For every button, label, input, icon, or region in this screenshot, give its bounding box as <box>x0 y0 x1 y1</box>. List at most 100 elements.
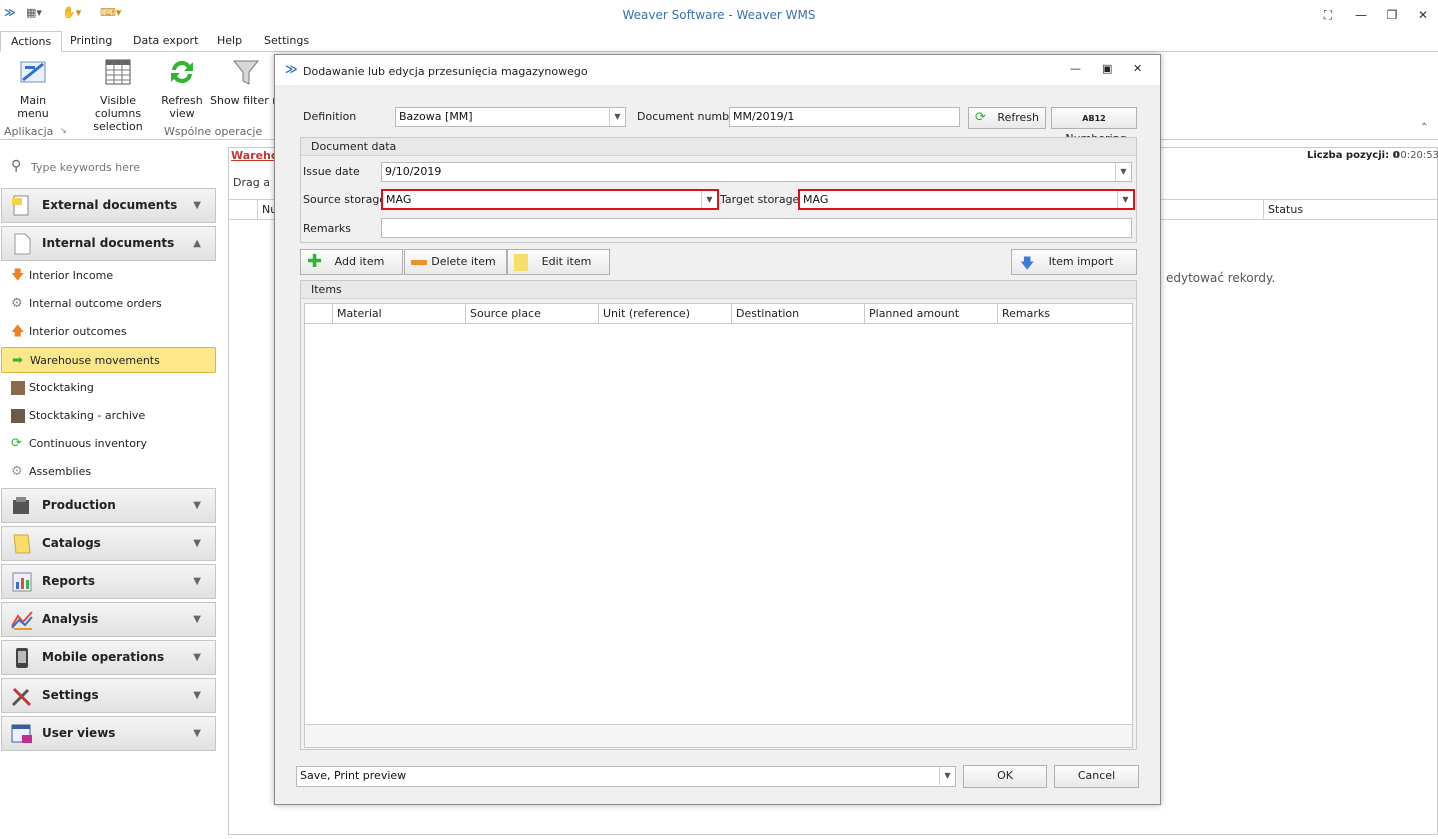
minimize-icon[interactable]: — <box>1350 6 1372 24</box>
column-remarks[interactable]: Remarks <box>998 304 1132 323</box>
nav-group-reports[interactable]: Reports ▼ <box>1 564 216 599</box>
mobile-icon <box>16 648 28 668</box>
nav-item-label: Interior outcomes <box>29 325 127 338</box>
refresh-icon <box>171 60 193 84</box>
refresh-icon: ⟳ <box>975 110 986 125</box>
nav-group-label: Analysis <box>42 612 99 626</box>
nav-item-label: Stocktaking <box>29 381 94 394</box>
nav-group-label: Mobile operations <box>42 650 165 664</box>
chevron-down-icon[interactable]: ▼ <box>701 191 717 208</box>
nav-group-mobile-operations[interactable]: Mobile operations ▼ <box>1 640 216 675</box>
chevron-down-icon[interactable]: ▼ <box>939 767 955 785</box>
issue-date-field[interactable]: 9/10/2019 ▼ <box>381 162 1132 182</box>
source-storage-select[interactable]: MAG ▼ <box>381 189 719 210</box>
column-status[interactable]: Status <box>1263 200 1437 219</box>
add-item-button[interactable]: ✚ Add item <box>300 249 403 275</box>
nav-item-assemblies[interactable]: ⚙ Assemblies <box>1 459 216 485</box>
tab-actions[interactable]: Actions <box>0 31 63 52</box>
nav-search[interactable]: ⚲ <box>5 153 215 181</box>
chevron-down-icon[interactable]: ▼ <box>1117 191 1133 208</box>
close-icon[interactable]: ✕ <box>1412 6 1434 24</box>
nav-group-catalogs[interactable]: Catalogs ▼ <box>1 526 216 561</box>
save-option-select[interactable]: Save, Print preview ▼ <box>296 766 956 787</box>
layout-icon[interactable]: ▦▾ <box>26 6 42 24</box>
chevron-down-icon[interactable]: ▼ <box>609 108 625 126</box>
target-storage-select[interactable]: MAG ▼ <box>798 189 1135 210</box>
nav-item-label: Internal outcome orders <box>29 297 162 310</box>
documents-icon <box>12 195 29 216</box>
main-menu-button[interactable]: Main menu <box>4 56 62 120</box>
nav-group-label: Internal documents <box>42 236 175 250</box>
nav-item-stocktaking[interactable]: Stocktaking <box>1 375 216 401</box>
nav-item-label: Continuous inventory <box>29 437 147 450</box>
refresh-view-button[interactable]: Refresh view <box>160 56 204 120</box>
nav-item-interior-outcomes[interactable]: 🡅 Interior outcomes <box>1 319 216 345</box>
close-icon[interactable]: ✕ <box>1133 62 1142 75</box>
tab-settings[interactable]: Settings <box>254 31 319 52</box>
delete-item-button[interactable]: Delete item <box>404 249 507 275</box>
chevron-down-icon: ▼ <box>193 500 201 511</box>
edit-item-button[interactable]: Edit item <box>507 249 610 275</box>
restore-icon[interactable]: ❐ <box>1381 6 1403 24</box>
group-label-app: Aplikacja <box>4 125 54 138</box>
ok-button[interactable]: OK <box>963 765 1047 788</box>
refresh-button[interactable]: ⟳ Refresh <box>968 107 1046 129</box>
hand-icon[interactable]: ✋▾ <box>62 6 81 24</box>
fullscreen-icon[interactable]: ⛶ <box>1317 6 1339 24</box>
nav-item-internal-outcome-orders[interactable]: ⚙ Internal outcome orders <box>1 291 216 317</box>
refresh-view-label-1: Refresh <box>161 94 203 107</box>
nav-item-stocktaking-archive[interactable]: Stocktaking - archive <box>1 403 216 429</box>
catalog-icon <box>13 534 31 554</box>
nav-group-production[interactable]: Production ▼ <box>1 488 216 523</box>
window-title: Weaver Software - Weaver WMS <box>622 8 816 22</box>
nav-item-interior-income[interactable]: 🡇 Interior Income <box>1 263 216 289</box>
column-unit[interactable]: Unit (reference) <box>599 304 732 323</box>
document-number-field[interactable]: MM/2019/1 <box>729 107 960 127</box>
abc-icon[interactable]: ⌨▾ <box>100 6 121 24</box>
nav-group-user-views[interactable]: User views ▼ <box>1 716 216 751</box>
show-filter-label: Show filter ro <box>210 94 274 107</box>
nav-group-settings[interactable]: Settings ▼ <box>1 678 216 713</box>
arrow-down-icon: 🡇 <box>11 268 25 283</box>
column-planned-amount[interactable]: Planned amount <box>865 304 998 323</box>
dialog-title-bar: ≫ Dodawanie lub edycja przesunięcia maga… <box>275 55 1160 85</box>
nav-group-external-documents[interactable]: External documents ▼ <box>1 188 216 223</box>
maximize-icon[interactable]: ▣ <box>1102 62 1112 75</box>
numbering-button[interactable]: AB12 Numbering <box>1051 107 1137 145</box>
search-input[interactable] <box>31 158 211 176</box>
import-arrow-icon: 🡇 <box>1020 256 1035 272</box>
nav-group-analysis[interactable]: Analysis ▼ <box>1 602 216 637</box>
edit-item-label: Edit item <box>541 255 592 268</box>
nav-item-continuous-inventory[interactable]: ⟳ Continuous inventory <box>1 431 216 457</box>
nav-item-warehouse-movements[interactable]: ➡ Warehouse movements <box>1 347 216 373</box>
definition-select[interactable]: Bazowa [MM] ▼ <box>395 107 626 127</box>
cancel-button[interactable]: Cancel <box>1054 765 1139 788</box>
tab-printing[interactable]: Printing <box>60 31 122 52</box>
minimize-icon[interactable]: — <box>1070 62 1081 75</box>
user-views-icon <box>11 724 32 743</box>
chevron-up-icon: ▲ <box>193 238 201 249</box>
remarks-label: Remarks <box>303 222 351 235</box>
visible-columns-label-2: selection <box>93 120 143 133</box>
show-filter-button[interactable]: Show filter ro <box>210 56 274 107</box>
nav-item-label: Interior Income <box>29 269 114 282</box>
remarks-field[interactable] <box>381 218 1132 238</box>
column-destination[interactable]: Destination <box>732 304 865 323</box>
tab-help[interactable]: Help <box>207 31 252 52</box>
tab-data-export[interactable]: Data export <box>123 31 208 52</box>
archive-icon <box>11 409 25 423</box>
column-material[interactable]: Material <box>333 304 466 323</box>
collapse-ribbon-icon[interactable]: ⌃ <box>1420 122 1428 133</box>
menu-bar: Actions Printing Data export Help Settin… <box>0 31 1438 52</box>
chevron-down-icon: ▼ <box>193 576 201 587</box>
group-expand-icon[interactable]: ↘ <box>60 126 67 135</box>
minus-icon <box>411 260 427 265</box>
visible-columns-button[interactable]: Visible columns selection <box>80 56 156 133</box>
nav-group-internal-documents[interactable]: Internal documents ▲ <box>1 226 216 261</box>
nav-item-label: Warehouse movements <box>30 354 160 367</box>
chevron-down-icon[interactable]: ▼ <box>1115 163 1131 181</box>
item-import-button[interactable]: 🡇 Item import <box>1011 249 1137 275</box>
analysis-icon <box>11 611 33 630</box>
nav-group-label: Reports <box>42 574 96 588</box>
column-source-place[interactable]: Source place <box>466 304 599 323</box>
